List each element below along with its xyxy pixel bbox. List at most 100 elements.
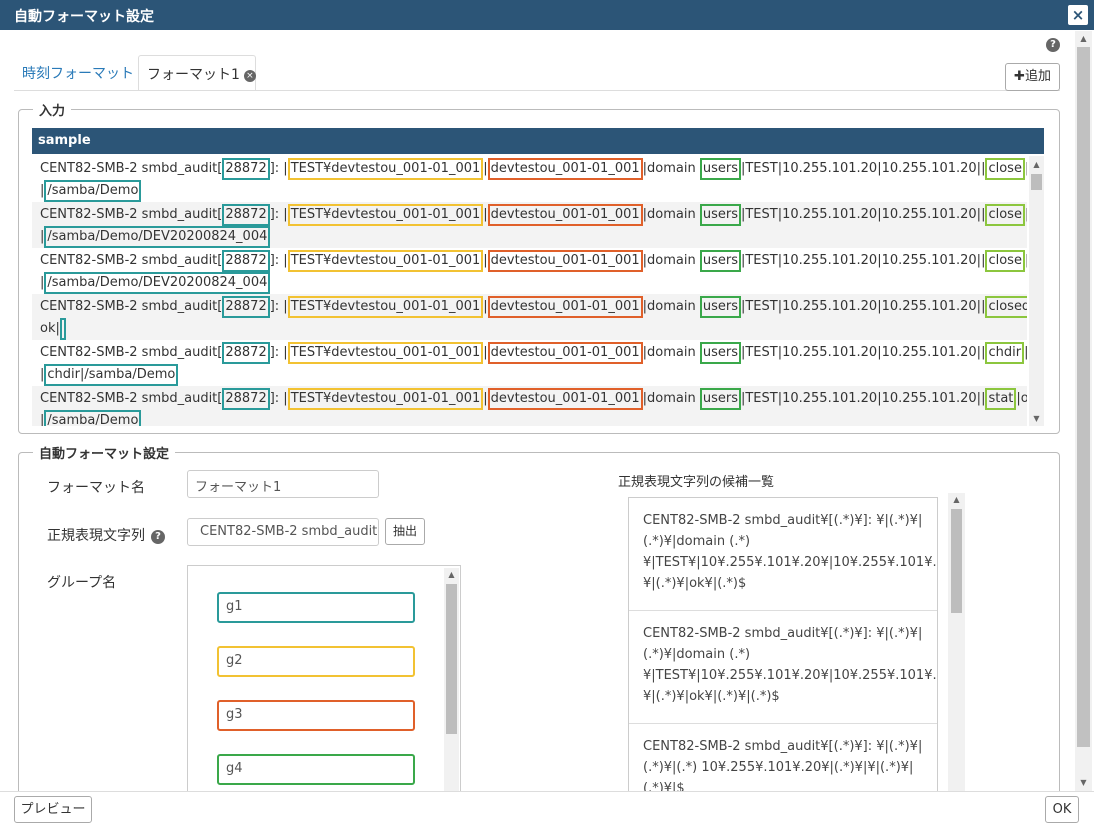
row-text: ]: | bbox=[269, 391, 288, 406]
path-token: /samba/Demo/DEV20200824_004 bbox=[44, 272, 271, 294]
group-token: users bbox=[699, 296, 741, 318]
path-token: /samba/Demo bbox=[44, 180, 142, 202]
group-input-g3[interactable]: g3 bbox=[217, 700, 415, 731]
row-text: |domain bbox=[642, 253, 700, 268]
row-text: ]: | bbox=[269, 299, 288, 314]
sample-row[interactable]: CENT82-SMB-2 smbd_audit[28872]: | TEST¥de… bbox=[32, 294, 1027, 340]
scroll-thumb[interactable] bbox=[446, 584, 457, 734]
dialog-titlebar: 自動フォーマット設定 × bbox=[0, 0, 1094, 30]
add-button[interactable]: ✚追加 bbox=[1005, 63, 1060, 91]
tab-format1[interactable]: フォーマット1 × bbox=[138, 55, 256, 91]
format-name-label: フォーマット名 bbox=[47, 480, 145, 496]
group-input-g2[interactable]: g2 bbox=[217, 646, 415, 677]
format-name-input[interactable]: フォーマット1 bbox=[187, 470, 379, 498]
row-text: |ok bbox=[1024, 345, 1027, 360]
candidate-item[interactable]: CENT82-SMB-2 smbd_audit¥[(.*)¥]: ¥|(.*)¥… bbox=[629, 498, 937, 611]
group-input-g1[interactable]: g1 bbox=[217, 592, 415, 623]
sample-row-line: CENT82-SMB-2 smbd_audit[28872]: | TEST¥de… bbox=[40, 388, 1027, 410]
row-text: CENT82-SMB-2 smbd_audit[ bbox=[40, 161, 223, 176]
scroll-up-icon[interactable]: ▲ bbox=[444, 568, 459, 582]
help-icon[interactable]: ? bbox=[1046, 38, 1060, 52]
scroll-thumb[interactable] bbox=[1031, 174, 1042, 190]
scroll-thumb[interactable] bbox=[951, 509, 962, 613]
sample-row-line: CENT82-SMB-2 smbd_audit[28872]: | TEST¥de… bbox=[40, 158, 1027, 180]
operation-token: chdir bbox=[985, 342, 1025, 364]
candidate-list: CENT82-SMB-2 smbd_audit¥[(.*)¥]: ¥|(.*)¥… bbox=[628, 497, 938, 797]
row-text: CENT82-SMB-2 smbd_audit[ bbox=[40, 253, 223, 268]
sample-row-line: CENT82-SMB-2 smbd_audit[28872]: | TEST¥de… bbox=[40, 250, 1027, 272]
sample-header: sample bbox=[32, 128, 1044, 154]
operation-token: close bbox=[985, 250, 1025, 272]
help-icon[interactable]: ? bbox=[151, 530, 165, 544]
extract-button[interactable]: 抽出 bbox=[385, 518, 425, 545]
candidate-item[interactable]: CENT82-SMB-2 smbd_audit¥[(.*)¥]: ¥|(.*)¥… bbox=[629, 611, 937, 724]
scroll-up-icon[interactable]: ▲ bbox=[948, 493, 965, 507]
sample-row[interactable]: CENT82-SMB-2 smbd_audit[28872]: | TEST¥de… bbox=[32, 248, 1027, 294]
regex-label-text: 正規表現文字列 bbox=[47, 528, 145, 544]
sample-row[interactable]: CENT82-SMB-2 smbd_audit[28872]: | TEST¥de… bbox=[32, 156, 1027, 202]
row-text: CENT82-SMB-2 smbd_audit[ bbox=[40, 345, 223, 360]
share-token: TEST¥devtestou_001-01_001 bbox=[287, 342, 484, 364]
regex-input[interactable]: CENT82-SMB-2 smbd_audit bbox=[187, 518, 379, 546]
dialog-title: 自動フォーマット設定 bbox=[14, 9, 154, 25]
sample-list: CENT82-SMB-2 smbd_audit[28872]: | TEST¥de… bbox=[32, 156, 1027, 426]
path-token bbox=[59, 318, 66, 340]
sample-row-line: CENT82-SMB-2 smbd_audit[28872]: | TEST¥de… bbox=[40, 204, 1027, 226]
auto-format-legend: 自動フォーマット設定 bbox=[33, 443, 176, 462]
user-token: devtestou_001-01_001 bbox=[487, 342, 643, 364]
sample-row[interactable]: CENT82-SMB-2 smbd_audit[28872]: | TEST¥de… bbox=[32, 386, 1027, 426]
group-input-g4[interactable]: g4 bbox=[217, 754, 415, 785]
input-legend: 入力 bbox=[33, 100, 72, 119]
row-text: |domain bbox=[642, 161, 700, 176]
scroll-up-icon[interactable]: ▲ bbox=[1029, 158, 1044, 172]
group-token: users bbox=[699, 250, 741, 272]
scroll-down-icon[interactable]: ▼ bbox=[1029, 412, 1044, 426]
tab-label: フォーマット1 bbox=[147, 67, 240, 83]
scroll-thumb[interactable] bbox=[1077, 47, 1090, 747]
share-token: TEST¥devtestou_001-01_001 bbox=[287, 158, 484, 180]
group-token: users bbox=[699, 342, 741, 364]
scroll-down-icon[interactable]: ▼ bbox=[1075, 776, 1092, 790]
operation-token: close bbox=[985, 158, 1025, 180]
user-token: devtestou_001-01_001 bbox=[487, 296, 643, 318]
dialog-scrollbar[interactable]: ▲ ▼ bbox=[1075, 31, 1092, 791]
dialog-footer: プレビュー OK bbox=[0, 791, 1094, 828]
sample-row[interactable]: CENT82-SMB-2 smbd_audit[28872]: | TEST¥de… bbox=[32, 340, 1027, 386]
pid-token: 28872 bbox=[222, 158, 270, 180]
sample-scrollbar[interactable]: ▲ ▼ bbox=[1029, 156, 1044, 426]
ok-button[interactable]: OK bbox=[1045, 796, 1079, 823]
tab-close-icon[interactable]: × bbox=[243, 70, 256, 82]
candidate-scrollbar[interactable]: ▲ bbox=[948, 493, 965, 793]
row-text: ]: | bbox=[269, 345, 288, 360]
group-token: users bbox=[699, 204, 741, 226]
row-text: |TEST|10.255.101.20|10.255.101.20|| bbox=[740, 207, 986, 222]
group-token: users bbox=[699, 388, 741, 410]
row-text: CENT82-SMB-2 smbd_audit[ bbox=[40, 391, 223, 406]
path-token: chdir|/samba/Demo bbox=[44, 364, 179, 386]
row-text: |TEST|10.255.101.20|10.255.101.20|| bbox=[740, 161, 986, 176]
row-text: |TEST|10.255.101.20|10.255.101.20|| bbox=[740, 299, 986, 314]
scroll-up-icon[interactable]: ▲ bbox=[1075, 32, 1092, 46]
candidates-title: 正規表現文字列の候補一覧 bbox=[618, 475, 775, 490]
row-text: CENT82-SMB-2 smbd_audit[ bbox=[40, 299, 223, 314]
sample-row-line: CENT82-SMB-2 smbd_audit[28872]: | TEST¥de… bbox=[40, 342, 1027, 364]
sample-row-line: |/samba/Demo/DEV20200824_004 bbox=[40, 272, 1019, 294]
group-scrollbar[interactable]: ▲ bbox=[444, 568, 459, 793]
user-token: devtestou_001-01_001 bbox=[487, 250, 643, 272]
operation-token: stat bbox=[985, 388, 1017, 410]
preview-button[interactable]: プレビュー bbox=[14, 796, 92, 823]
sample-row-line: |/samba/Demo bbox=[40, 180, 1019, 202]
candidate-item[interactable]: CENT82-SMB-2 smbd_audit¥[(.*)¥]: ¥|(.*)¥… bbox=[629, 724, 937, 796]
share-token: TEST¥devtestou_001-01_001 bbox=[287, 204, 484, 226]
share-token: TEST¥devtestou_001-01_001 bbox=[287, 388, 484, 410]
user-token: devtestou_001-01_001 bbox=[487, 388, 643, 410]
sample-row[interactable]: CENT82-SMB-2 smbd_audit[28872]: | TEST¥de… bbox=[32, 202, 1027, 248]
share-token: TEST¥devtestou_001-01_001 bbox=[287, 250, 484, 272]
close-icon[interactable]: × bbox=[1068, 5, 1088, 25]
operation-token: close bbox=[985, 204, 1025, 226]
row-text: |TEST|10.255.101.20|10.255.101.20|| bbox=[740, 391, 986, 406]
user-token: devtestou_001-01_001 bbox=[487, 158, 643, 180]
row-text: ]: | bbox=[269, 207, 288, 222]
row-text: |ok bbox=[1025, 207, 1027, 222]
tab-time-format[interactable]: 時刻フォーマット bbox=[14, 55, 138, 91]
